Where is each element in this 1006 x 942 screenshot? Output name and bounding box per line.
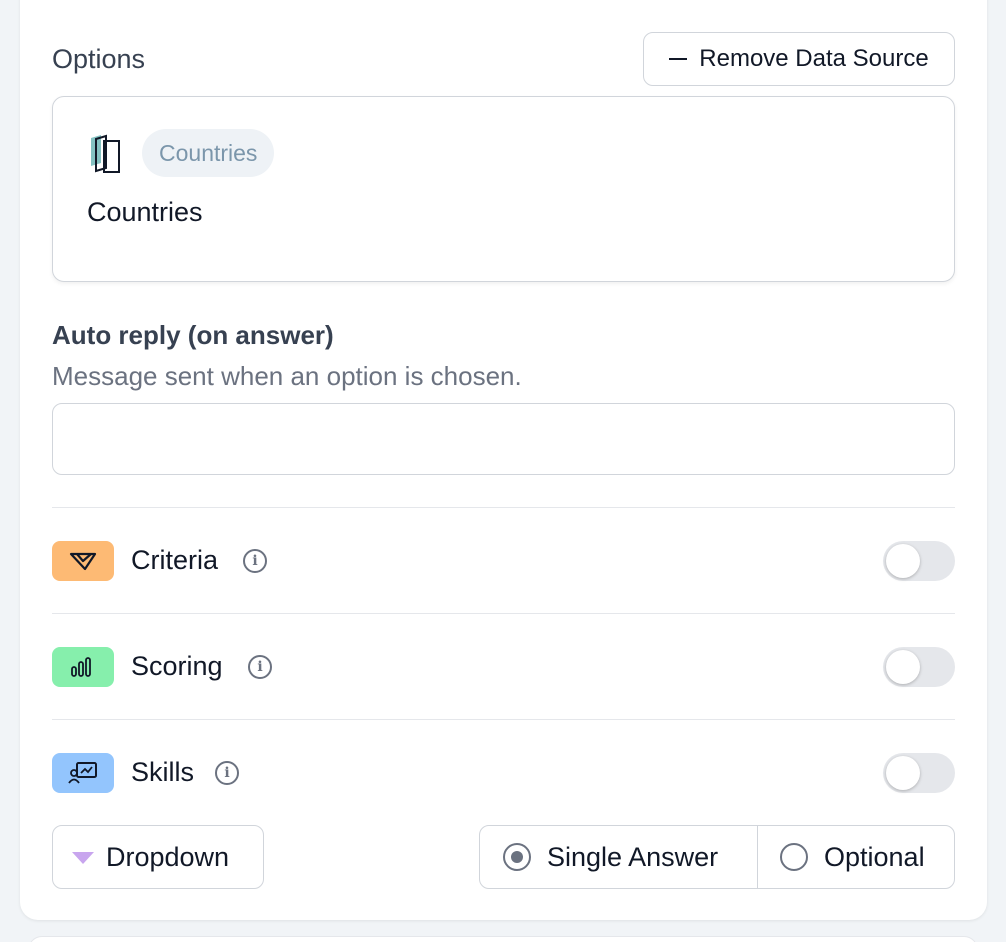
remove-data-source-label: Remove Data Source (699, 45, 929, 72)
toggle-knob (886, 650, 920, 684)
toggle-knob (886, 544, 920, 578)
single-answer-radio[interactable] (503, 843, 531, 871)
data-source-box[interactable] (52, 96, 955, 282)
info-icon[interactable]: i (248, 655, 272, 679)
criteria-icon (69, 552, 97, 571)
auto-reply-subtitle: Message sent when an option is chosen. (52, 361, 522, 391)
divider (52, 507, 955, 508)
skills-badge (52, 753, 114, 793)
triangle-down-icon (72, 852, 94, 864)
remove-data-source-button[interactable]: Remove Data Source (643, 32, 955, 86)
scoring-badge (52, 647, 114, 687)
skills-toggle[interactable] (883, 753, 955, 793)
toggle-knob (886, 756, 920, 790)
book-icon (91, 134, 120, 173)
radio-dot (511, 851, 523, 863)
divider (52, 613, 955, 614)
criteria-toggle[interactable] (883, 541, 955, 581)
single-answer-option[interactable]: Single Answer (480, 826, 758, 888)
skills-label: Skills (131, 757, 195, 787)
criteria-label: Criteria (131, 545, 219, 575)
data-source-tag: Countries (142, 129, 275, 177)
optional-option[interactable]: Optional (758, 826, 954, 888)
options-label: Options (52, 44, 146, 74)
scoring-label: Scoring (131, 651, 223, 681)
auto-reply-title: Auto reply (on answer) (52, 320, 334, 350)
next-card-edge (28, 936, 978, 942)
single-answer-label: Single Answer (547, 841, 719, 872)
auto-reply-input[interactable] (52, 403, 955, 475)
info-icon[interactable]: i (215, 761, 239, 785)
answer-mode-group: Single Answer Optional (479, 825, 955, 889)
optional-radio[interactable] (780, 843, 808, 871)
dropdown-type-button[interactable]: Dropdown (52, 825, 264, 889)
skills-icon (68, 762, 97, 784)
divider (52, 719, 955, 720)
minus-icon (669, 58, 688, 60)
optional-label: Optional (824, 841, 925, 872)
info-icon[interactable]: i (243, 549, 267, 573)
criteria-badge (52, 541, 114, 581)
data-source-title: Countries (87, 197, 203, 227)
scoring-toggle[interactable] (883, 647, 955, 687)
dropdown-type-label: Dropdown (106, 841, 230, 872)
bar-chart-icon (71, 657, 91, 677)
